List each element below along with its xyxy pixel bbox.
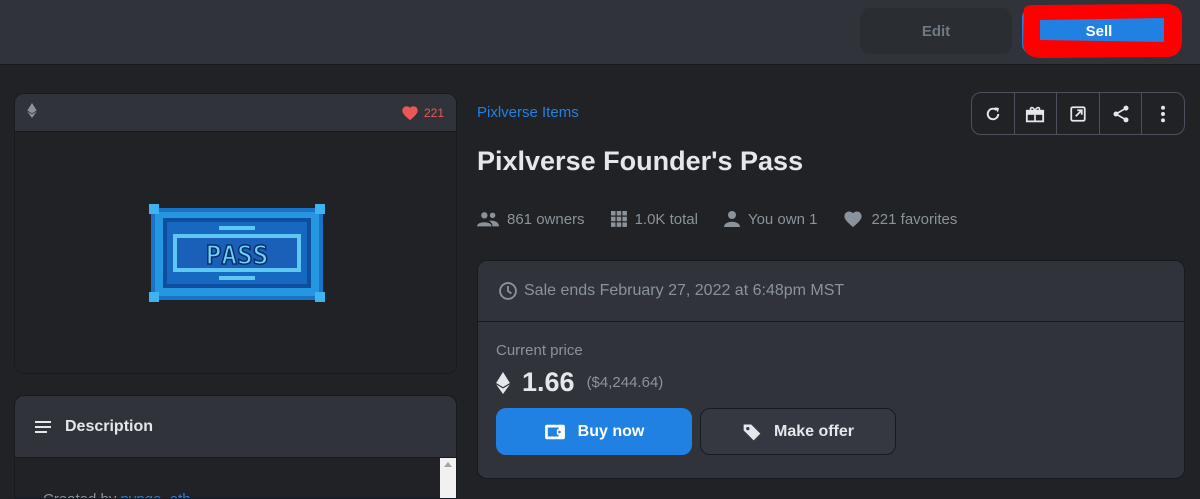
favorites-count: 221 favorites [871,210,958,228]
people-icon [477,212,499,227]
collection-link[interactable]: Pixlverse Items [477,104,579,121]
owners-stat[interactable]: 861 owners [477,210,585,228]
more-icon [1161,105,1166,122]
total-stat: 1.0K total [610,210,698,228]
ethereum-icon [496,371,510,394]
price-usd: ($4,244.64) [586,374,664,391]
top-bar: Edit Sell [0,0,1200,65]
sale-body: Current price 1.66 ($4,244.64) Buy now M… [478,322,1184,475]
description-body: Created by pvpgo_eth [15,458,456,498]
you-own-count: You own 1 [747,210,818,228]
person-icon [723,211,740,227]
menu-lines-icon [35,420,51,433]
created-by-text: Created by pvpgo_eth [43,491,191,498]
tag-icon [743,424,761,440]
buy-now-label: Buy now [577,422,645,440]
description-header[interactable]: Description [15,396,456,458]
share-icon [1113,105,1129,122]
favorite-counter[interactable]: 221 [401,105,444,121]
pass-image-text: PASS [206,241,269,271]
scroll-up-arrow-icon[interactable] [444,462,452,467]
transfer-button[interactable] [1015,93,1058,134]
created-by-label: Created by [43,491,116,498]
asset-media-card: 221 PASS [14,93,457,374]
description-heading: Description [65,417,154,435]
grid-icon [610,211,627,227]
action-buttons: Buy now Make offer [496,408,1166,455]
current-price-label: Current price [496,342,583,359]
creator-link[interactable]: pvpgo_eth [121,491,191,498]
asset-image-area[interactable]: PASS [15,132,456,373]
sale-header: Sale ends February 27, 2022 at 6:48pm MS… [478,261,1184,322]
sell-button[interactable]: Sell [1022,8,1176,54]
price-row: 1.66 ($4,244.64) [496,367,1166,398]
sale-card: Sale ends February 27, 2022 at 6:48pm MS… [477,260,1185,479]
total-count: 1.0K total [634,210,698,228]
make-offer-label: Make offer [773,422,855,440]
gift-icon [1026,106,1045,122]
share-button[interactable] [1100,93,1143,134]
make-offer-button[interactable]: Make offer [700,408,896,455]
wallet-icon [544,424,565,439]
refresh-icon [986,106,1000,120]
asset-media-header: 221 [15,94,456,132]
pass-image: PASS [149,204,325,302]
price-value: 1.66 [522,367,575,397]
edit-button[interactable]: Edit [860,8,1012,54]
asset-stats: 861 owners 1.0K total You own 1 221 favo… [477,210,983,228]
owners-count: 861 owners [507,210,585,228]
open-external-button[interactable] [1057,93,1100,134]
you-own-stat[interactable]: You own 1 [723,210,818,228]
sale-ends-text: Sale ends February 27, 2022 at 6:48pm MS… [524,282,845,299]
asset-toolbar [971,92,1185,135]
favorites-stat: 221 favorites [843,210,957,228]
asset-title: Pixlverse Founder's Pass [477,146,804,176]
description-scrollbar[interactable] [440,458,456,498]
refresh-button[interactable] [972,93,1015,134]
external-link-icon [1070,105,1086,122]
heart-icon [402,105,418,120]
ethereum-icon [27,102,37,123]
heart-icon [844,211,863,228]
clock-icon [499,282,517,300]
more-options-button[interactable] [1142,93,1184,134]
description-card: Description Created by pvpgo_eth [14,395,457,499]
buy-now-button[interactable]: Buy now [496,408,692,455]
favorite-count: 221 [423,105,444,120]
